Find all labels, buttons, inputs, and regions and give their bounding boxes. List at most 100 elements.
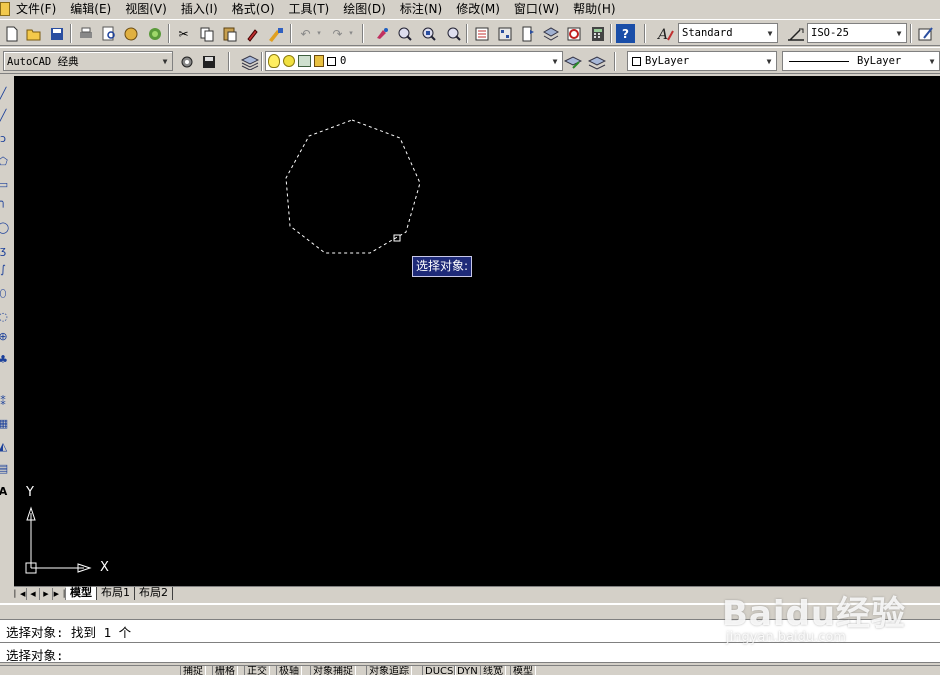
grid-toggle[interactable]: 栅格 xyxy=(212,666,238,675)
chevron-down-icon[interactable]: ▼ xyxy=(762,52,776,70)
chevron-down-icon[interactable]: ▼ xyxy=(548,52,562,70)
svg-text:A: A xyxy=(657,27,668,42)
menu-dimension[interactable]: 标注(N) xyxy=(393,0,449,18)
make-current-layer-icon[interactable] xyxy=(563,52,582,71)
menu-edit[interactable]: 编辑(E) xyxy=(63,0,118,18)
first-tab-icon[interactable]: ▏◀ xyxy=(14,587,27,600)
table-tool-icon[interactable]: ▤ xyxy=(0,463,10,475)
zoom-previous-icon[interactable] xyxy=(443,24,462,43)
redo-icon[interactable]: ↷ xyxy=(328,24,347,43)
paste-icon[interactable] xyxy=(220,24,239,43)
menu-insert[interactable]: 插入(I) xyxy=(174,0,225,18)
dyn-toggle[interactable]: DYN xyxy=(454,666,481,675)
undo-dropdown-icon[interactable]: ▾ xyxy=(314,24,324,43)
sheet-set-icon[interactable] xyxy=(541,24,560,43)
color-swatch xyxy=(632,56,641,66)
workspace-settings-icon[interactable] xyxy=(177,52,196,71)
ortho-toggle[interactable]: 正交 xyxy=(244,666,270,675)
ellipse-tool-icon[interactable]: ⬯ xyxy=(0,288,10,300)
polar-toggle[interactable]: 极轴 xyxy=(276,666,302,675)
redo-dropdown-icon[interactable]: ▾ xyxy=(346,24,356,43)
polygon-tool-icon[interactable]: ⬠ xyxy=(0,156,10,168)
next-tab-icon[interactable]: ▶ xyxy=(40,587,53,600)
region-tool-icon[interactable]: ◭ xyxy=(0,441,10,453)
polyline-tool-icon[interactable]: ↄ xyxy=(0,133,10,145)
text-style-icon[interactable]: A xyxy=(656,24,675,43)
dim-style-combo[interactable]: ISO-25 ▼ xyxy=(807,23,907,43)
make-block-tool-icon[interactable]: ♣ xyxy=(0,354,10,366)
undo-icon[interactable]: ↶ xyxy=(296,24,315,43)
layer-previous-icon[interactable] xyxy=(587,52,606,71)
design-center-icon[interactable] xyxy=(495,24,514,43)
match-properties-icon[interactable] xyxy=(243,24,262,43)
3d-dwf-icon[interactable] xyxy=(145,24,164,43)
new-file-icon[interactable] xyxy=(2,24,21,43)
publish-icon[interactable] xyxy=(121,24,140,43)
tab-layout2[interactable]: 布局2 xyxy=(135,587,173,600)
tool-palettes-icon[interactable] xyxy=(518,24,537,43)
dim-style-icon[interactable] xyxy=(786,24,805,43)
properties-icon[interactable] xyxy=(472,24,491,43)
layer-manager-icon[interactable] xyxy=(240,52,259,71)
spline-tool-icon[interactable]: ∫ xyxy=(0,264,10,276)
print-icon[interactable] xyxy=(76,24,95,43)
rectangle-tool-icon[interactable]: ▭ xyxy=(0,179,10,191)
ducs-toggle[interactable]: DUCS xyxy=(422,666,457,675)
app-icon[interactable] xyxy=(0,2,10,16)
menu-modify[interactable]: 修改(M) xyxy=(449,0,507,18)
menu-draw[interactable]: 绘图(D) xyxy=(336,0,393,18)
previous-tab-icon[interactable]: ◀ xyxy=(27,587,40,600)
save-icon[interactable] xyxy=(47,24,66,43)
open-file-icon[interactable] xyxy=(24,24,43,43)
workspace-combo[interactable]: AutoCAD 经典 ▼ xyxy=(3,51,173,71)
construction-line-tool-icon[interactable]: ╱ xyxy=(0,110,10,122)
osnap-toggle[interactable]: 对象捕捉 xyxy=(310,666,356,675)
command-panel[interactable]: 选择对象: 找到 1 个 选择对象: xyxy=(0,619,940,663)
circle-tool-icon[interactable]: ◯ xyxy=(0,222,10,234)
lineweight-toggle[interactable]: 线宽 xyxy=(480,666,506,675)
hatch-tool-icon[interactable]: ▦ xyxy=(0,418,10,430)
insert-block-tool-icon[interactable]: ⊕ xyxy=(0,331,10,343)
calculator-icon[interactable] xyxy=(588,24,607,43)
menu-window[interactable]: 窗口(W) xyxy=(507,0,566,18)
chevron-down-icon[interactable]: ▼ xyxy=(925,52,939,70)
workspace-save-icon[interactable] xyxy=(199,52,218,71)
revision-cloud-tool-icon[interactable]: ʒ xyxy=(0,245,10,257)
arc-tool-icon[interactable]: ╮ xyxy=(0,196,10,208)
zoom-realtime-icon[interactable] xyxy=(395,24,414,43)
pan-icon[interactable] xyxy=(372,24,391,43)
chevron-down-icon[interactable]: ▼ xyxy=(892,24,906,42)
drawing-canvas[interactable]: 选择对象: Y X xyxy=(14,76,940,586)
menu-format[interactable]: 格式(O) xyxy=(225,0,282,18)
zoom-window-icon[interactable] xyxy=(419,24,438,43)
tab-layout1[interactable]: 布局1 xyxy=(97,587,135,600)
last-tab-icon[interactable]: ▶▕ xyxy=(53,587,66,600)
text-style-combo[interactable]: Standard ▼ xyxy=(678,23,778,43)
mtext-tool-icon[interactable]: A xyxy=(0,486,10,498)
tab-model[interactable]: 模型 xyxy=(66,587,97,600)
print-preview-icon[interactable] xyxy=(99,24,118,43)
menu-view[interactable]: 视图(V) xyxy=(118,0,174,18)
markup-set-icon[interactable] xyxy=(564,24,583,43)
selected-heptagon[interactable] xyxy=(285,119,421,254)
help-icon[interactable]: ? xyxy=(616,24,635,43)
copy-icon[interactable] xyxy=(197,24,216,43)
model-toggle[interactable]: 模型 xyxy=(510,666,536,675)
line-tool-icon[interactable]: ╱ xyxy=(0,88,10,100)
cut-icon[interactable]: ✂ xyxy=(174,24,193,43)
chevron-down-icon[interactable]: ▼ xyxy=(158,52,172,70)
linetype-combo[interactable]: ByLayer ▼ xyxy=(782,51,940,71)
table-style-icon[interactable] xyxy=(916,24,935,43)
command-prompt[interactable]: 选择对象: xyxy=(6,645,64,664)
otrack-toggle[interactable]: 对象追踪 xyxy=(366,666,412,675)
ellipse-arc-tool-icon[interactable]: ◌ xyxy=(0,311,10,323)
layer-combo[interactable]: 0 ▼ xyxy=(265,51,563,71)
chevron-down-icon[interactable]: ▼ xyxy=(763,24,777,42)
menu-file[interactable]: 文件(F) xyxy=(10,0,63,18)
block-editor-icon[interactable] xyxy=(266,24,285,43)
snap-toggle[interactable]: 捕捉 xyxy=(180,666,206,675)
menu-tools[interactable]: 工具(T) xyxy=(282,0,337,18)
point-tool-icon[interactable]: ⁑ xyxy=(0,396,10,408)
menu-help[interactable]: 帮助(H) xyxy=(566,0,622,18)
color-combo[interactable]: ByLayer ▼ xyxy=(627,51,777,71)
